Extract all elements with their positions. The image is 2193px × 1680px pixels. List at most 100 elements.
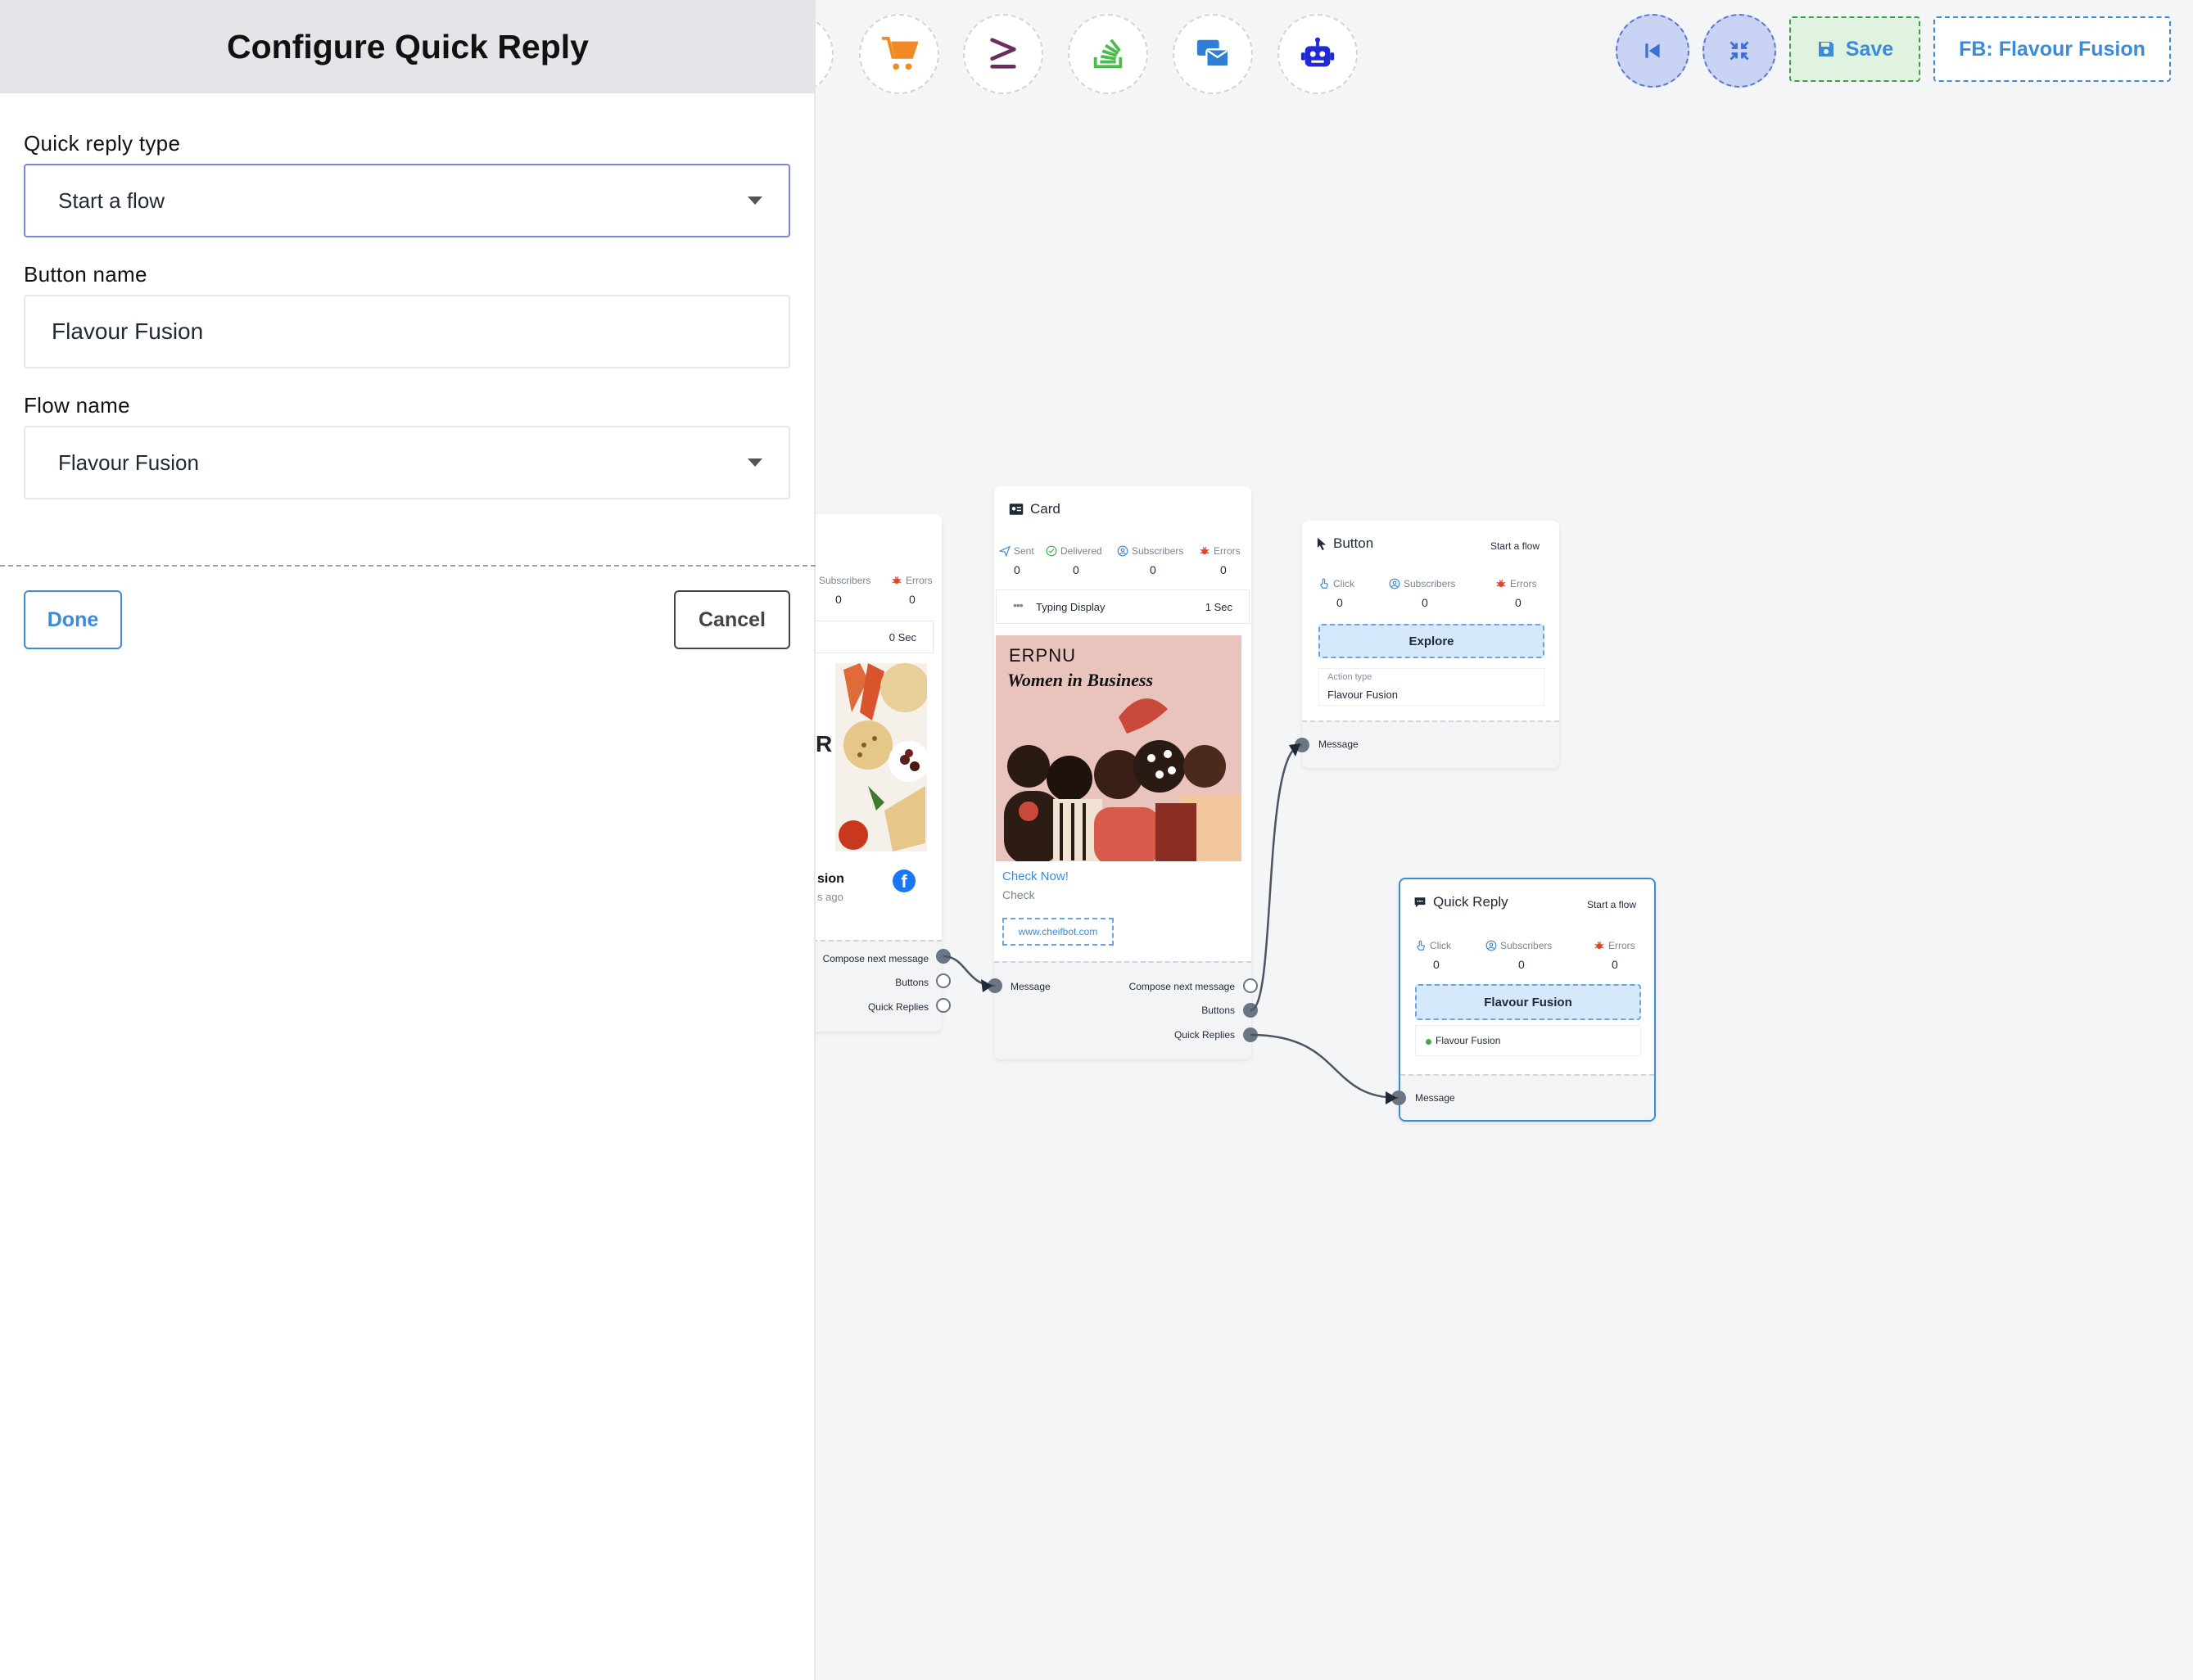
button-input-port[interactable] [1295,738,1309,752]
chevron-down-icon [748,458,762,467]
card-quick-replies-port[interactable] [1243,1027,1258,1042]
flow-name-button[interactable]: FB: Flavour Fusion [1933,16,2171,82]
flow-status-dot [1426,1039,1431,1045]
flavour-fusion-chip[interactable]: Flavour Fusion [1415,984,1641,1020]
card-buttons-port[interactable] [1243,1003,1258,1018]
button-name-input[interactable]: Flavour Fusion [24,295,790,368]
quick-reply-type-value: Start a flow [58,187,165,213]
messages-icon [1196,39,1230,68]
partial-port-buttons-label: Buttons [895,977,929,988]
flow-name-value: Flavour Fusion [58,449,199,475]
cancel-button[interactable]: Cancel [674,590,790,649]
bug-icon [1594,942,1604,950]
button-stat-subscribers-label: Subscribers [1389,578,1455,589]
bug-icon [1200,547,1210,555]
check-circle-icon [1046,545,1057,557]
skip-back-icon [1645,43,1660,58]
panel-header: Configure Quick Reply [0,0,816,93]
greater-equal-tool-button[interactable] [963,14,1043,94]
card-stat-errors-value: 0 [1220,563,1227,576]
bug-icon [892,576,902,585]
save-label: Save [1845,37,1894,61]
flow-item-label: Flavour Fusion [1436,1035,1501,1046]
card-url-button[interactable]: www.cheifbot.com [1002,918,1114,946]
quick-reply-type-label: Quick reply type [24,131,181,156]
jump-start-button[interactable] [1616,14,1689,88]
button-stat-errors-label: Errors [1495,578,1537,589]
save-button[interactable]: Save [1789,16,1920,82]
quick-reply-stat-errors-value: 0 [1612,958,1618,971]
button-stat-errors-value: 0 [1515,596,1522,609]
explore-button-chip[interactable]: Explore [1318,624,1544,658]
quick-reply-input-port[interactable] [1391,1091,1406,1105]
card-port-quick-replies-label: Quick Replies [1173,1029,1235,1041]
stack-icon [1093,38,1123,69]
flow-item-row: Flavour Fusion [1415,1025,1641,1056]
id-card-icon [1009,504,1024,515]
button-input-port-label: Message [1318,738,1359,750]
card-stat-errors-label: Errors [1199,545,1241,557]
pointer-hand-icon [1417,940,1425,951]
typing-display-row: ••• Typing Display 1 Sec [996,589,1250,624]
card-input-port[interactable] [988,978,1002,993]
card-stat-sent-label: Sent [999,545,1034,557]
card-link-title[interactable]: Check Now! [1002,869,1069,883]
partial-errors-label: Errors [891,575,933,586]
quick-reply-stat-subscribers-label: Subscribers [1485,940,1552,951]
cart-icon [881,36,918,70]
card-image-subheading: Women in Business [1007,670,1154,690]
button-stat-subscribers-value: 0 [1422,596,1428,609]
flow-name-select[interactable]: Flavour Fusion [24,426,790,499]
send-icon [999,545,1011,557]
quick-reply-stat-click-value: 0 [1433,958,1440,971]
card-node-title: Card [1009,501,1060,517]
card-image-heading: ERPNU [1009,645,1077,666]
floppy-icon [1818,42,1834,56]
chat-bubble-icon [1414,897,1426,908]
done-button[interactable]: Done [24,590,122,649]
typing-dots-icon: ••• [1013,598,1024,612]
collapse-button[interactable] [1702,14,1776,88]
button-name-value: Flavour Fusion [52,318,204,344]
chevron-down-icon [748,196,762,205]
done-label: Done [47,607,99,631]
card-stat-delivered-label: Delivered [1046,545,1102,557]
quick-reply-stat-subscribers-value: 0 [1518,958,1525,971]
card-port-compose-label: Compose next message [1128,981,1235,992]
card-node[interactable]: Card Sent Delivered Subscribers Errors 0… [994,486,1251,1059]
partial-port-quick-replies-label: Quick Replies [867,1001,929,1013]
action-type-box: Action type Flavour Fusion [1318,668,1544,706]
messages-tool-button[interactable] [1173,14,1253,94]
quick-reply-node-tag: Start a flow [1586,899,1636,910]
flow-name-label: Flow name [24,393,130,418]
action-type-label: Action type [1327,672,1372,682]
stack-tool-button[interactable] [1068,14,1148,94]
panel-title: Configure Quick Reply [227,27,589,65]
quick-reply-type-select[interactable]: Start a flow [24,164,790,237]
partial-delay-value: 0 Sec [889,631,916,644]
button-node-title: Button [1317,535,1373,552]
partial-quick-replies-port[interactable] [936,998,951,1013]
bug-icon [1496,580,1506,588]
user-circle-icon [1389,578,1400,589]
partial-buttons-port[interactable] [936,973,951,988]
card-compose-port[interactable] [1243,978,1258,993]
cart-tool-button[interactable] [859,14,939,94]
flow-name-label: FB: Flavour Fusion [1959,37,2146,61]
partial-errors-value: 0 [909,593,916,606]
card-stat-subscribers-label: Subscribers [1117,545,1183,557]
button-node[interactable]: Button Start a flow Click Subscribers Er… [1302,521,1559,768]
card-stat-subscribers-value: 0 [1150,563,1156,576]
cancel-label: Cancel [699,607,766,631]
partial-subscribers-value: 0 [835,593,842,606]
explore-chip-label: Explore [1408,634,1454,648]
partial-compose-port[interactable] [936,949,951,964]
compress-icon [1730,41,1749,61]
partial-title-fragment: sion [817,872,844,886]
card-stat-sent-value: 0 [1014,563,1020,576]
flavour-fusion-chip-label: Flavour Fusion [1484,995,1572,1009]
quick-reply-node[interactable]: Quick Reply Start a flow Click Subscribe… [1399,878,1656,1122]
quick-reply-stat-errors-label: Errors [1594,940,1635,951]
action-type-value: Flavour Fusion [1327,689,1398,701]
robot-tool-button[interactable] [1277,14,1358,94]
